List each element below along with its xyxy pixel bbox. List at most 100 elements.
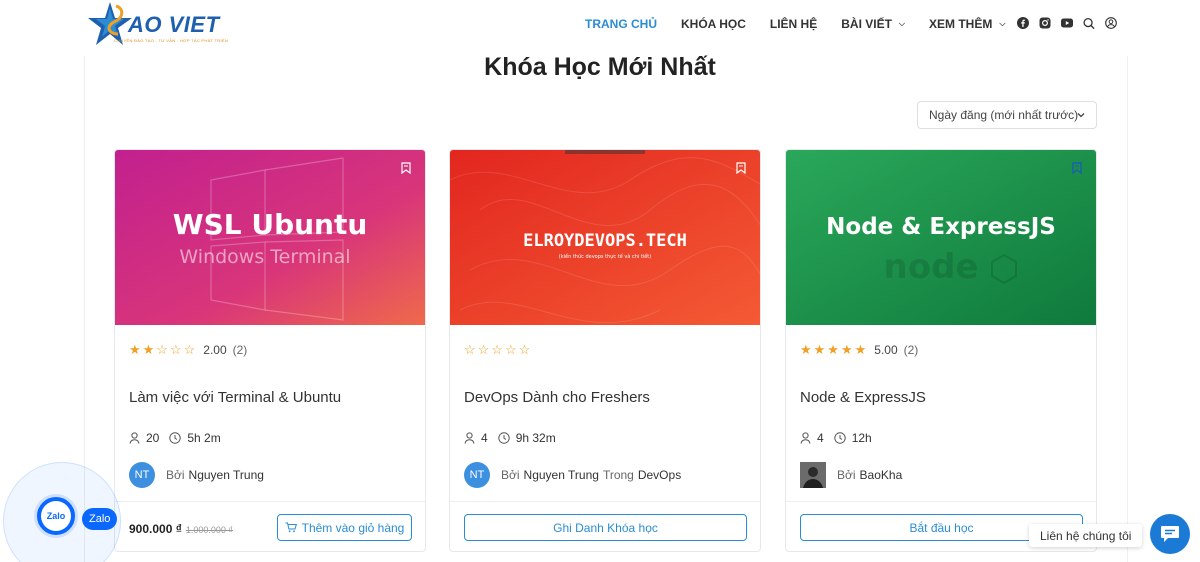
contact-us-label[interactable]: Liên hệ chúng tôi xyxy=(1029,524,1143,547)
author-link[interactable]: BaoKha xyxy=(860,468,903,482)
rating-count: (2) xyxy=(232,343,248,357)
course-author: Bởi BaoKha xyxy=(800,462,902,488)
user-icon[interactable] xyxy=(1105,17,1117,29)
students-icon xyxy=(464,432,475,444)
rating-count: (2) xyxy=(903,343,919,357)
search-icon[interactable] xyxy=(1083,17,1095,29)
zalo-icon: Zalo xyxy=(41,501,71,531)
avatar[interactable] xyxy=(800,462,826,488)
clock-icon xyxy=(169,432,182,444)
course-rating: ☆☆☆☆☆ xyxy=(464,342,544,358)
logo-tagline: CHUYÊN ĐÀO TẠO - TƯ VẤN - HỢP TÁC PHÁT T… xyxy=(114,38,229,43)
course-title[interactable]: Node & ExpressJS xyxy=(800,389,926,406)
main-nav: TRANG CHỦ KHÓA HỌC LIÊN HỆ BÀI VIẾT ⌵ XEM… xyxy=(585,17,1005,31)
course-rating: ★★★★★ 5.00 (2) xyxy=(800,342,918,358)
course-card[interactable]: Node & ExpressJS node ★★★★★ 5.00 (2) Nod… xyxy=(785,149,1097,552)
contact-chat-button[interactable] xyxy=(1150,514,1190,554)
button-label: Bắt đầu học xyxy=(909,520,974,535)
course-author: NT Bởi Nguyen Trung Trong DevOps xyxy=(464,462,681,488)
bookmark-icon[interactable] xyxy=(736,162,746,174)
star-rating-icons: ☆☆☆☆☆ xyxy=(464,342,533,357)
chevron-down-icon xyxy=(1077,113,1085,118)
old-price: 1.000.000 ₫ xyxy=(185,525,234,535)
students-icon xyxy=(129,432,140,444)
thumb-title: ELROYDEVOPS.TECH xyxy=(523,231,687,251)
course-card[interactable]: ELROYDEVOPS.TECH (kiến thức devops thực … xyxy=(449,149,761,552)
students-count: 4 xyxy=(481,431,488,445)
thumb-node-logo: node xyxy=(884,247,979,287)
current-price: 900.000 ₫ xyxy=(129,522,182,536)
course-title[interactable]: DevOps Dành cho Freshers xyxy=(464,389,650,406)
sort-select[interactable]: Ngày đăng (mới nhất trước) xyxy=(917,101,1097,129)
by-label: Bởi xyxy=(166,468,185,482)
zalo-label[interactable]: Zalo xyxy=(82,508,118,530)
cart-icon xyxy=(285,522,297,533)
course-thumbnail[interactable]: ELROYDEVOPS.TECH (kiến thức devops thực … xyxy=(450,150,760,325)
nav-label: BÀI VIẾT xyxy=(841,17,892,31)
star-rating-icons: ★★☆☆☆ xyxy=(129,342,198,357)
clock-icon xyxy=(497,432,510,444)
by-label: Bởi xyxy=(837,468,856,482)
course-title[interactable]: Làm việc với Terminal & Ubuntu xyxy=(129,389,341,406)
nav-item-posts[interactable]: BÀI VIẾT ⌵ xyxy=(841,17,905,31)
enroll-button[interactable]: Ghi Danh Khóa học xyxy=(464,514,747,541)
card-footer: Ghi Danh Khóa học xyxy=(450,501,760,552)
bookmark-icon[interactable] xyxy=(1072,162,1082,174)
site-header: AO VIET CHUYÊN ĐÀO TẠO - TƯ VẤN - HỢP TÁ… xyxy=(0,0,1200,52)
course-author: NT Bởi Nguyen Trung xyxy=(129,462,264,488)
nav-label: LIÊN HỆ xyxy=(769,17,818,31)
avatar[interactable]: NT xyxy=(464,462,490,488)
author-link[interactable]: Nguyen Trung xyxy=(189,468,264,482)
add-to-cart-button[interactable]: Thêm vào giỏ hàng xyxy=(277,514,412,541)
author-link[interactable]: Nguyen Trung xyxy=(524,468,599,482)
thumb-subtitle: Windows Terminal xyxy=(179,246,350,268)
rating-value: 2.00 xyxy=(203,343,227,357)
nav-label: TRANG CHỦ xyxy=(585,17,657,31)
course-thumbnail[interactable]: WSL Ubuntu Windows Terminal xyxy=(115,150,425,325)
instagram-icon[interactable] xyxy=(1039,17,1051,29)
chat-bubble-icon xyxy=(1161,526,1179,542)
category-link[interactable]: DevOps xyxy=(638,468,681,482)
star-rating-icons: ★★★★★ xyxy=(800,342,869,357)
nav-item-contact[interactable]: LIÊN HỆ xyxy=(770,17,817,31)
nav-label: XEM THÊM xyxy=(928,17,993,31)
in-label: Trong xyxy=(602,468,634,482)
nav-item-courses[interactable]: KHÓA HỌC xyxy=(681,17,746,31)
course-duration: 9h 32m xyxy=(515,431,556,445)
by-label: Bởi xyxy=(501,468,520,482)
nav-label: KHÓA HỌC xyxy=(681,17,746,31)
section-title: Khóa Học Mới Nhất xyxy=(484,53,716,81)
nav-item-home[interactable]: TRANG CHỦ xyxy=(585,17,657,31)
course-meta: 4 12h xyxy=(800,431,882,445)
thumb-subtitle: (kiến thức devops thực tế và chi tiết) xyxy=(559,253,652,260)
logo-text: AO VIET xyxy=(128,12,220,37)
course-rating: ★★☆☆☆ 2.00 (2) xyxy=(129,342,247,358)
youtube-icon[interactable] xyxy=(1061,17,1073,29)
course-thumbnail[interactable]: Node & ExpressJS node xyxy=(786,150,1096,325)
zalo-chat-button[interactable]: Zalo xyxy=(34,494,78,538)
thumb-title: Node & ExpressJS xyxy=(826,214,1056,240)
course-meta: 4 9h 32m xyxy=(464,431,566,445)
course-price: 900.000 ₫ 1.000.000 ₫ xyxy=(129,522,233,536)
card-footer: 900.000 ₫ 1.000.000 ₫ Thêm vào giỏ hàng xyxy=(115,501,425,552)
course-meta: 20 5h 2m xyxy=(129,431,231,445)
clock-icon xyxy=(833,432,846,444)
avatar[interactable]: NT xyxy=(129,462,155,488)
course-card[interactable]: WSL Ubuntu Windows Terminal ★★☆☆☆ 2.00 (… xyxy=(114,149,426,552)
sort-selected-value: Ngày đăng (mới nhất trước) xyxy=(929,108,1079,122)
bookmark-icon[interactable] xyxy=(401,162,411,174)
facebook-icon[interactable] xyxy=(1017,17,1029,29)
thumb-title: WSL Ubuntu xyxy=(173,208,368,241)
course-duration: 5h 2m xyxy=(187,431,221,445)
students-icon xyxy=(800,432,811,444)
site-logo[interactable]: AO VIET CHUYÊN ĐÀO TẠO - TƯ VẤN - HỢP TÁ… xyxy=(88,0,248,52)
rating-value: 5.00 xyxy=(874,343,898,357)
button-label: Thêm vào giỏ hàng xyxy=(301,520,405,535)
nav-item-more[interactable]: XEM THÊM ⌵ xyxy=(929,17,1005,31)
course-duration: 12h xyxy=(851,431,872,445)
chevron-down-icon: ⌵ xyxy=(898,19,905,28)
students-count: 20 xyxy=(146,431,160,445)
chevron-down-icon: ⌵ xyxy=(999,19,1006,28)
button-label: Ghi Danh Khóa học xyxy=(553,520,658,535)
header-icons xyxy=(1017,17,1127,29)
